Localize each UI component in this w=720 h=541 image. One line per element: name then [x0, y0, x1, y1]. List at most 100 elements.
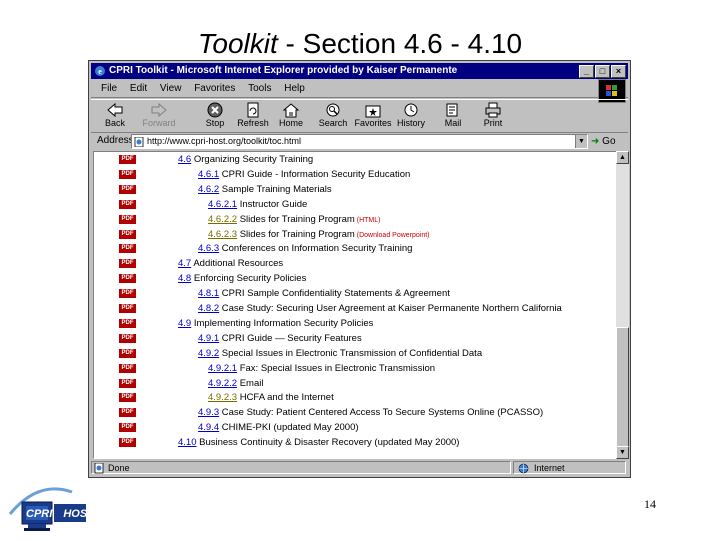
vertical-scrollbar[interactable]: ▲ ▼ [616, 151, 629, 459]
close-button[interactable]: × [611, 65, 626, 78]
pdf-icon[interactable]: PDF [119, 378, 136, 388]
toc-link[interactable]: 4.6.2 [198, 184, 219, 195]
favorites-icon [365, 105, 381, 118]
toc-title: Implementing Information Security Polici… [191, 317, 374, 329]
toc-entry: 4.9.3 Case Study: Patient Centered Acces… [198, 406, 543, 420]
address-dropdown-icon[interactable]: ▼ [575, 135, 587, 148]
menu-view[interactable]: View [160, 83, 182, 94]
minimize-button[interactable]: _ [579, 65, 594, 78]
home-button[interactable]: Home [271, 100, 311, 132]
toc-entry: 4.9.2 Special Issues in Electronic Trans… [198, 347, 482, 361]
menu-bar: File Edit View Favorites Tools Help [91, 81, 628, 98]
toc-link[interactable]: 4.6.3 [198, 243, 219, 254]
history-button[interactable]: History [391, 100, 431, 132]
toc-link[interactable]: 4.9.2.2 [208, 378, 237, 389]
page-number: 14 [644, 497, 656, 511]
stop-button[interactable]: Stop [195, 100, 235, 132]
toc-link[interactable]: 4.6.1 [198, 169, 219, 180]
toc-link[interactable]: 4.6 [178, 154, 191, 165]
pdf-icon[interactable]: PDF [119, 199, 136, 209]
scroll-thumb[interactable] [616, 327, 629, 447]
forward-button[interactable]: Forward [139, 100, 179, 132]
search-label: Search [318, 118, 348, 128]
title-bar[interactable]: e CPRI Toolkit - Microsoft Internet Expl… [91, 63, 628, 79]
toc-link[interactable]: 4.8.2 [198, 303, 219, 314]
toc-entry: 4.6.1 CPRI Guide - Information Security … [198, 168, 410, 182]
toc-row: PDF 4.9.2.2 Email [94, 377, 616, 391]
back-button[interactable]: Back [95, 100, 135, 132]
pdf-icon[interactable]: PDF [119, 318, 136, 328]
toc-link[interactable]: 4.8.1 [198, 288, 219, 299]
toc-link[interactable]: 4.9.2.1 [208, 363, 237, 374]
toc-title: Special Issues in Electronic Transmissio… [219, 347, 483, 359]
toc-link[interactable]: 4.9.1 [198, 333, 219, 344]
pdf-icon[interactable]: PDF [119, 348, 136, 358]
toc-note[interactable]: (HTML) [355, 217, 381, 224]
go-label: Go [602, 136, 616, 147]
mail-label: Mail [444, 118, 462, 128]
print-button[interactable]: Print [473, 100, 513, 132]
menu-favorites[interactable]: Favorites [194, 83, 235, 94]
scroll-up-icon[interactable]: ▲ [616, 151, 629, 164]
pdf-icon[interactable]: PDF [119, 214, 136, 224]
toc-link[interactable]: 4.9.2 [198, 348, 219, 359]
page-icon [134, 136, 144, 147]
address-input[interactable]: http://www.cpri-host.org/toolkit/toc.htm… [131, 134, 588, 149]
toc-link[interactable]: 4.9.2.3 [208, 392, 237, 403]
toc-entry: 4.9.1 CPRI Guide — Security Features [198, 332, 362, 346]
toc-title: Slides for Training Program [237, 228, 355, 240]
pdf-icon[interactable]: PDF [119, 169, 136, 179]
toc-title: CPRI Guide - Information Security Educat… [219, 168, 411, 180]
refresh-button[interactable]: Refresh [233, 100, 273, 132]
search-button[interactable]: Search [313, 100, 353, 132]
slide-title-rest: - Section 4.6 - 4.10 [277, 28, 523, 59]
pdf-icon[interactable]: PDF [119, 304, 136, 313]
toc-entry: 4.6.2.1 Instructor Guide [208, 198, 307, 212]
favorites-label: Favorites [354, 118, 392, 128]
toc-title: Organizing Security Training [191, 154, 314, 165]
logo-text: CPRI HOST [26, 508, 94, 520]
favorites-button[interactable]: Favorites [353, 100, 393, 132]
toc-link[interactable]: 4.10 [178, 437, 197, 448]
pdf-icon[interactable]: PDF [119, 408, 136, 418]
toc-title: Case Study: Patient Centered Access To S… [219, 407, 544, 419]
mail-button[interactable]: Mail [433, 100, 473, 132]
toc-link[interactable]: 4.7 [178, 258, 191, 269]
print-label: Print [483, 118, 503, 128]
pdf-icon[interactable]: PDF [119, 423, 136, 433]
pdf-icon[interactable]: PDF [119, 363, 136, 373]
maximize-button[interactable]: □ [595, 65, 610, 78]
window-controls: _ □ × [578, 65, 626, 78]
pdf-icon[interactable]: PDF [119, 333, 136, 343]
pdf-icon[interactable]: PDF [119, 289, 136, 299]
pdf-icon[interactable]: PDF [119, 155, 136, 164]
toc-link[interactable]: 4.9.4 [198, 422, 219, 433]
pdf-icon[interactable]: PDF [119, 274, 136, 284]
pdf-icon[interactable]: PDF [119, 184, 136, 194]
toc-link[interactable]: 4.6.2.1 [208, 199, 237, 210]
toc-link[interactable]: 4.9.3 [198, 407, 219, 418]
toc-link[interactable]: 4.6.2.3 [208, 229, 237, 240]
menu-help[interactable]: Help [284, 83, 305, 94]
toc-entry: 4.7 Additional Resources [178, 257, 283, 271]
toc-title: Fax: Special Issues in Electronic Transm… [237, 362, 436, 374]
toc-link[interactable]: 4.9 [178, 318, 191, 329]
ie-logo-icon: e [95, 66, 105, 76]
pdf-icon[interactable]: PDF [119, 244, 136, 254]
toolbar: Back Forward Stop Refresh Home Search Fa… [91, 99, 628, 133]
scroll-down-icon[interactable]: ▼ [616, 446, 629, 459]
go-button[interactable]: ➜ Go [591, 134, 623, 150]
toc-note[interactable]: (Download Powerpoint) [355, 232, 430, 239]
menu-edit[interactable]: Edit [130, 83, 147, 94]
toc-row: PDF 4.6.1 CPRI Guide - Information Securi… [94, 168, 616, 182]
toc-link[interactable]: 4.6.2.2 [208, 214, 237, 225]
pdf-icon[interactable]: PDF [119, 438, 136, 448]
toc-title: Business Continuity & Disaster Recovery … [196, 437, 460, 449]
pdf-icon[interactable]: PDF [119, 259, 136, 269]
menu-file[interactable]: File [101, 83, 117, 94]
menu-tools[interactable]: Tools [248, 83, 271, 94]
pdf-icon[interactable]: PDF [119, 393, 136, 403]
search-icon [326, 103, 340, 117]
toc-link[interactable]: 4.8 [178, 273, 191, 284]
pdf-icon[interactable]: PDF [119, 229, 136, 239]
